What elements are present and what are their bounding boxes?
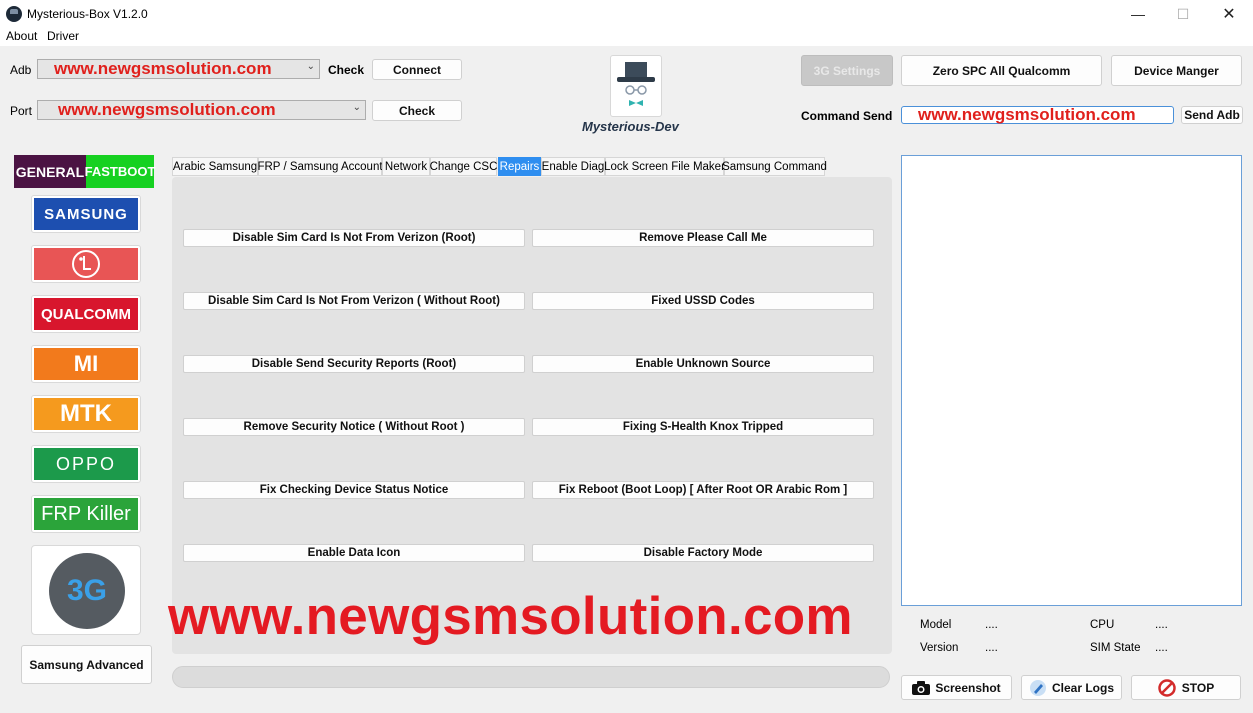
qualcomm-button[interactable]: QUALCOMM xyxy=(31,295,141,333)
oppo-logo: OPPO xyxy=(34,448,138,480)
clear-logs-button[interactable]: Clear Logs xyxy=(1021,675,1122,700)
repairs-panel xyxy=(172,177,892,654)
samsung-advanced-button[interactable]: Samsung Advanced xyxy=(21,645,152,684)
mtk-logo: MTK xyxy=(34,398,138,430)
port-check-button[interactable]: Check xyxy=(372,100,462,121)
adb-select[interactable]: www.newgsmsolution.com ⌄ xyxy=(37,59,320,79)
repair-button[interactable]: Enable Data Icon xyxy=(183,544,525,562)
tab-lock-screen-file-maker[interactable]: Lock Screen File Maker xyxy=(604,157,725,176)
repair-button[interactable]: Disable Factory Mode xyxy=(532,544,874,562)
version-label: Version xyxy=(920,642,959,654)
command-input[interactable]: www.newgsmsolution.com xyxy=(901,105,1174,124)
lg-icon xyxy=(72,250,100,278)
watermark-text: www.newgsmsolution.com xyxy=(168,587,853,646)
command-input-value: www.newgsmsolution.com xyxy=(918,105,1136,124)
3g-button[interactable]: 3G xyxy=(31,545,141,635)
tab-samsung-command[interactable]: Samsung Command xyxy=(722,157,827,176)
stop-button[interactable]: STOP xyxy=(1131,675,1241,700)
tab-enable-diag[interactable]: Enable Diag xyxy=(541,157,605,176)
cpu-value: .... xyxy=(1155,619,1168,631)
mtk-button[interactable]: MTK xyxy=(31,395,141,433)
repair-button[interactable]: Disable Sim Card Is Not From Verizon ( W… xyxy=(183,292,525,310)
mi-logo: MI xyxy=(34,348,138,380)
clear-logs-label: Clear Logs xyxy=(1051,680,1114,695)
frp-killer-button[interactable]: FRP Killer xyxy=(31,495,141,533)
repair-button[interactable]: Fix Checking Device Status Notice xyxy=(183,481,525,499)
lg-logo xyxy=(34,248,138,280)
fastboot-tab[interactable]: FASTBOOT xyxy=(85,155,155,188)
log-output[interactable] xyxy=(901,155,1242,606)
port-select[interactable]: www.newgsmsolution.com ⌄ xyxy=(37,100,366,120)
connect-button[interactable]: Connect xyxy=(372,59,462,80)
mysterious-dev-logo xyxy=(610,55,662,117)
app-icon xyxy=(6,6,22,22)
progress-bar xyxy=(172,666,890,688)
chevron-down-icon: ⌄ xyxy=(352,102,361,113)
camera-icon xyxy=(912,680,931,695)
title-bar xyxy=(0,0,1253,28)
maximize-button[interactable]: ☐ xyxy=(1160,0,1206,28)
close-button[interactable]: ✕ xyxy=(1206,0,1252,28)
cpu-label: CPU xyxy=(1090,619,1115,631)
qualcomm-logo: QUALCOMM xyxy=(34,298,138,330)
tab-change-csc[interactable]: Change CSC xyxy=(430,157,497,176)
send-adb-button[interactable]: Send Adb xyxy=(1181,106,1243,124)
adb-label: Adb xyxy=(10,63,32,77)
minimize-button[interactable]: — xyxy=(1115,0,1161,28)
repair-button[interactable]: Fix Reboot (Boot Loop) [ After Root OR A… xyxy=(532,481,874,499)
model-label: Model xyxy=(920,619,952,631)
adb-select-value: www.newgsmsolution.com xyxy=(54,59,272,78)
repair-button[interactable]: Fixing S-Health Knox Tripped xyxy=(532,418,874,436)
3g-icon-label: 3G xyxy=(66,574,108,607)
sim-state-label: SIM State xyxy=(1090,642,1141,654)
screenshot-label: Screenshot xyxy=(935,680,1001,695)
stop-label: STOP xyxy=(1181,680,1215,695)
general-tab[interactable]: GENERAL xyxy=(14,155,86,188)
broom-icon xyxy=(1029,679,1046,696)
repair-button[interactable]: Remove Please Call Me xyxy=(532,229,874,247)
screenshot-button[interactable]: Screenshot xyxy=(901,675,1012,700)
oppo-button[interactable]: OPPO xyxy=(31,445,141,483)
port-label: Port xyxy=(10,104,33,118)
version-value: .... xyxy=(985,642,998,654)
zero-spc-button[interactable]: Zero SPC All Qualcomm xyxy=(901,55,1102,86)
mi-button[interactable]: MI xyxy=(31,345,141,383)
repair-button[interactable]: Remove Security Notice ( Without Root ) xyxy=(183,418,525,436)
window-title: Mysterious-Box V1.2.0 xyxy=(27,7,148,21)
menu-bar xyxy=(0,28,1253,46)
samsung-button[interactable]: SAMSUNG xyxy=(31,195,141,233)
chevron-down-icon: ⌄ xyxy=(306,61,315,72)
repair-button[interactable]: Enable Unknown Source xyxy=(532,355,874,373)
menu-driver[interactable]: Driver xyxy=(47,29,79,43)
samsung-logo: SAMSUNG xyxy=(34,198,138,230)
3g-settings-button[interactable]: 3G Settings xyxy=(801,55,893,86)
tab-repairs[interactable]: Repairs xyxy=(498,157,541,176)
adb-check-button[interactable]: Check xyxy=(328,63,364,77)
tab-arabic-samsung[interactable]: Arabic Samsung xyxy=(172,157,258,176)
tab-frp-samsung-account[interactable]: FRP / Samsung Account xyxy=(257,157,383,176)
repair-button[interactable]: Disable Sim Card Is Not From Verizon (Ro… xyxy=(183,229,525,247)
port-select-value: www.newgsmsolution.com xyxy=(58,100,276,119)
repair-button[interactable]: Disable Send Security Reports (Root) xyxy=(183,355,525,373)
frp-killer-logo: FRP Killer xyxy=(34,498,138,530)
logo-text: Mysterious-Dev xyxy=(582,119,679,134)
device-manager-button[interactable]: Device Manger xyxy=(1111,55,1242,86)
spy-hat-icon xyxy=(617,62,655,106)
lg-button[interactable] xyxy=(31,245,141,283)
sim-state-value: .... xyxy=(1155,642,1168,654)
3g-icon: 3G xyxy=(49,553,125,629)
command-send-label: Command Send xyxy=(801,109,893,123)
tab-network[interactable]: Network xyxy=(382,157,430,176)
repair-button[interactable]: Fixed USSD Codes xyxy=(532,292,874,310)
stop-icon xyxy=(1158,678,1176,697)
model-value: .... xyxy=(985,619,998,631)
menu-about[interactable]: About xyxy=(6,29,37,43)
